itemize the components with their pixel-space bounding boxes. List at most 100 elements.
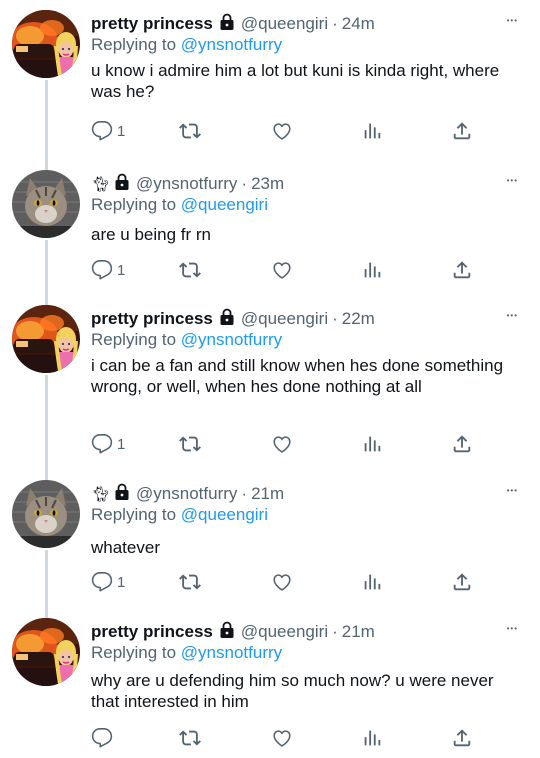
lock-icon bbox=[219, 13, 235, 36]
reply-button[interactable]: 1 bbox=[91, 258, 125, 282]
retweet-icon bbox=[179, 259, 201, 281]
action-bar: 1 bbox=[91, 119, 481, 143]
tweet[interactable]: pretty princess @queengiri · 22m ••• Replying… bbox=[0, 295, 540, 480]
reply-button[interactable]: 1 bbox=[91, 570, 125, 594]
like-icon bbox=[271, 259, 293, 281]
user-handle[interactable]: @queengiri bbox=[241, 622, 328, 642]
user-handle[interactable]: @queengiri bbox=[241, 309, 328, 329]
like-button[interactable] bbox=[271, 570, 293, 594]
separator-dot: · bbox=[332, 14, 338, 33]
display-name[interactable]: pretty princess bbox=[91, 309, 213, 329]
mention-link[interactable]: @ynsnotfurry bbox=[181, 330, 282, 349]
like-icon bbox=[271, 571, 293, 593]
share-icon bbox=[451, 259, 473, 281]
timestamp[interactable]: 21m bbox=[251, 484, 284, 504]
retweet-icon bbox=[179, 433, 201, 455]
cat-mugshot-avatar[interactable] bbox=[12, 480, 80, 548]
tweet[interactable]: 🐈︎ @ynsnotfurry · 21m ••• Replying to @queeng… bbox=[0, 470, 540, 618]
share-button[interactable] bbox=[451, 432, 473, 456]
action-bar: 1 bbox=[91, 258, 481, 282]
tweet-header: pretty princess @queengiri · 24m bbox=[91, 12, 375, 36]
reply-count: 1 bbox=[117, 122, 126, 140]
analytics-button[interactable] bbox=[361, 570, 383, 594]
retweet-icon bbox=[179, 571, 201, 593]
mention-link[interactable]: @queengiri bbox=[181, 505, 268, 524]
lock-icon bbox=[114, 483, 130, 506]
share-button[interactable] bbox=[451, 570, 473, 594]
tweet[interactable]: pretty princess @queengiri · 24m ••• Replying… bbox=[0, 0, 540, 170]
share-button[interactable] bbox=[451, 119, 473, 143]
separator-dot: · bbox=[332, 622, 338, 641]
separator-dot: · bbox=[241, 484, 248, 503]
mention-link[interactable]: @ynsnotfurry bbox=[181, 35, 282, 54]
user-handle[interactable]: @queengiri bbox=[241, 14, 328, 34]
retweet-button[interactable] bbox=[179, 570, 201, 594]
display-name[interactable]: pretty princess bbox=[91, 14, 213, 34]
tweet[interactable]: pretty princess @queengiri · 21m ••• Replying… bbox=[0, 608, 540, 758]
share-icon bbox=[451, 571, 473, 593]
tweet-text: i can be a fan and still know when hes d… bbox=[91, 356, 504, 396]
more-icon[interactable]: ••• bbox=[507, 486, 518, 495]
replying-to: Replying to @ynsnotfurry bbox=[91, 35, 282, 55]
reply-button[interactable]: 1 bbox=[91, 119, 125, 143]
replying-to-label: Replying to bbox=[91, 643, 177, 662]
analytics-icon bbox=[361, 433, 383, 455]
retweet-button[interactable] bbox=[179, 432, 201, 456]
more-icon[interactable]: ••• bbox=[507, 624, 518, 633]
more-icon[interactable]: ••• bbox=[507, 16, 518, 25]
like-button[interactable] bbox=[271, 258, 293, 282]
retweet-button[interactable] bbox=[179, 119, 201, 143]
replying-to: Replying to @ynsnotfurry bbox=[91, 643, 282, 663]
tweet-header: pretty princess @queengiri · 22m bbox=[91, 307, 375, 331]
timestamp[interactable]: 23m bbox=[251, 174, 284, 194]
separator-dot: · bbox=[332, 309, 338, 328]
reply-thread: pretty princess @queengiri · 24m ••• Replying… bbox=[0, 0, 540, 758]
analytics-button[interactable] bbox=[361, 726, 383, 750]
analytics-button[interactable] bbox=[361, 432, 383, 456]
tweet-text: are u being fr rn bbox=[91, 225, 212, 244]
analytics-icon bbox=[361, 259, 383, 281]
like-button[interactable] bbox=[271, 432, 293, 456]
reply-button[interactable]: 1 bbox=[91, 432, 125, 456]
analytics-button[interactable] bbox=[361, 258, 383, 282]
timestamp[interactable]: 24m bbox=[342, 14, 375, 34]
cat-mugshot-avatar[interactable] bbox=[12, 170, 80, 238]
separator-dot: · bbox=[241, 174, 248, 193]
thread-line bbox=[45, 80, 48, 170]
tweet-text: why are u defending him so much now? u w… bbox=[91, 671, 494, 711]
mention-link[interactable]: @ynsnotfurry bbox=[181, 643, 282, 662]
reply-icon bbox=[91, 571, 113, 593]
lock-icon bbox=[219, 621, 235, 644]
car-fire-barbie-avatar[interactable] bbox=[12, 618, 80, 686]
car-fire-barbie-avatar[interactable] bbox=[12, 305, 80, 373]
replying-to-label: Replying to bbox=[91, 330, 177, 349]
display-name[interactable]: pretty princess bbox=[91, 622, 213, 642]
more-icon[interactable]: ••• bbox=[507, 311, 518, 320]
share-icon bbox=[451, 433, 473, 455]
reply-count: 1 bbox=[117, 261, 126, 279]
like-icon bbox=[271, 120, 293, 142]
timestamp[interactable]: 21m bbox=[342, 622, 375, 642]
like-button[interactable] bbox=[271, 119, 293, 143]
share-button[interactable] bbox=[451, 726, 473, 750]
tweet-header: pretty princess @queengiri · 21m bbox=[91, 620, 375, 644]
thread-line bbox=[45, 375, 48, 480]
mention-link[interactable]: @queengiri bbox=[181, 195, 268, 214]
share-icon bbox=[451, 727, 473, 749]
reply-count: 1 bbox=[117, 435, 126, 453]
timestamp[interactable]: 22m bbox=[342, 309, 375, 329]
reply-button[interactable] bbox=[91, 726, 117, 750]
like-button[interactable] bbox=[271, 726, 293, 750]
car-fire-barbie-avatar[interactable] bbox=[12, 10, 80, 78]
retweet-button[interactable] bbox=[179, 258, 201, 282]
user-handle[interactable]: @ynsnotfurry bbox=[136, 484, 237, 504]
cat-icon: 🐈︎ bbox=[91, 486, 111, 503]
user-handle[interactable]: @ynsnotfurry bbox=[136, 174, 237, 194]
analytics-button[interactable] bbox=[361, 119, 383, 143]
tweet[interactable]: 🐈︎ @ynsnotfurry · 23m ••• Replying to @queeng… bbox=[0, 160, 540, 305]
more-icon[interactable]: ••• bbox=[507, 176, 518, 185]
retweet-button[interactable] bbox=[179, 726, 201, 750]
action-bar: 1 bbox=[91, 432, 481, 456]
tweet-text: u know i admire him a lot but kuni is ki… bbox=[91, 61, 500, 101]
share-button[interactable] bbox=[451, 258, 473, 282]
